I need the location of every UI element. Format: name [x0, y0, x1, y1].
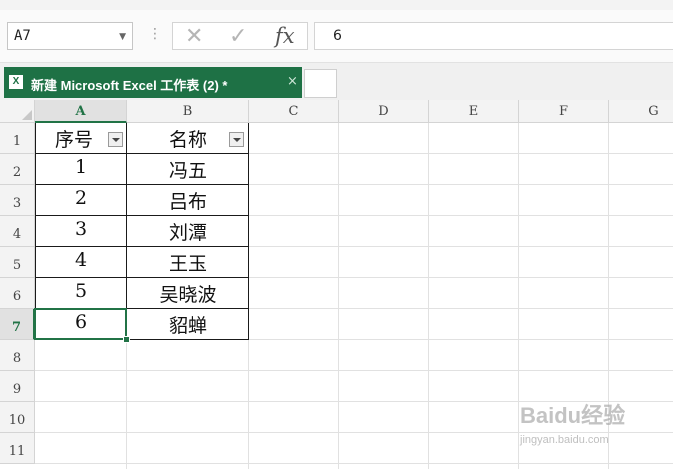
enter-icon[interactable]: ✓: [229, 24, 247, 49]
table-header-cell[interactable]: 序号: [35, 125, 113, 156]
select-all-corner[interactable]: [0, 100, 35, 123]
formula-input[interactable]: 6: [314, 22, 673, 50]
drag-handle-icon[interactable]: ⋮: [148, 27, 162, 41]
column-header-a[interactable]: A: [35, 100, 127, 123]
workbook-title: 新建 Microsoft Excel 工作表 (2) *: [31, 78, 228, 93]
workbook-tab[interactable]: X 新建 Microsoft Excel 工作表 (2) * ×: [4, 67, 302, 98]
gridline-vertical: [518, 123, 519, 469]
name-box[interactable]: A7 ▼: [7, 22, 133, 50]
fill-handle[interactable]: [123, 336, 130, 343]
name-box-value: A7: [14, 28, 31, 44]
row-header-5[interactable]: 5: [0, 247, 35, 278]
table-cell[interactable]: 1: [35, 156, 127, 187]
table-cell[interactable]: 2: [35, 187, 127, 218]
column-header-b[interactable]: B: [127, 100, 249, 123]
active-cell-selection: [34, 308, 127, 340]
row-header-2[interactable]: 2: [0, 154, 35, 185]
table-cell[interactable]: 冯五: [127, 156, 249, 187]
column-header-g[interactable]: G: [609, 100, 673, 123]
watermark-url: jingyan.baidu.com: [520, 434, 609, 446]
column-header-d[interactable]: D: [339, 100, 429, 123]
table-cell[interactable]: 3: [35, 218, 127, 249]
row-header-7[interactable]: 7: [0, 309, 35, 340]
row-header-1[interactable]: 1: [0, 123, 35, 154]
excel-icon: X: [9, 75, 23, 89]
formula-value: 6: [333, 28, 342, 44]
table-cell[interactable]: 刘潭: [127, 218, 249, 249]
table-cell[interactable]: 王玉: [127, 249, 249, 280]
gridline-horizontal: [35, 370, 673, 371]
row-header-6[interactable]: 6: [0, 278, 35, 309]
row-header-4[interactable]: 4: [0, 216, 35, 247]
column-header-e[interactable]: E: [429, 100, 519, 123]
row-header-11[interactable]: 11: [0, 433, 35, 464]
column-header-c[interactable]: C: [249, 100, 339, 123]
gridline-horizontal: [35, 463, 673, 464]
close-icon[interactable]: ×: [287, 74, 298, 89]
row-header-9[interactable]: 9: [0, 371, 35, 402]
table-cell[interactable]: 吴晓波: [127, 280, 249, 311]
table-cell[interactable]: 吕布: [127, 187, 249, 218]
row-header-10[interactable]: 10: [0, 402, 35, 433]
table-cell[interactable]: 5: [35, 280, 127, 311]
watermark-logo: Baidu经验: [520, 403, 626, 428]
row-header-3[interactable]: 3: [0, 185, 35, 216]
filter-dropdown-icon[interactable]: [229, 132, 244, 147]
workbook-tabbar: X 新建 Microsoft Excel 工作表 (2) * ×: [0, 63, 673, 100]
table-cell[interactable]: 貂蝉: [127, 311, 249, 342]
insert-function-icon[interactable]: fx: [275, 24, 295, 48]
formula-toolbar: A7 ▼ ⋮ ✕ ✓ fx 6: [0, 10, 673, 63]
gridline-vertical: [338, 123, 339, 469]
chevron-down-icon[interactable]: ▼: [119, 32, 126, 42]
watermark: Baidu经验 jingyan.baidu.com: [520, 398, 670, 458]
gridline-vertical: [428, 123, 429, 469]
cancel-icon[interactable]: ✕: [185, 24, 203, 49]
table-cell[interactable]: 4: [35, 249, 127, 280]
new-tab-button[interactable]: [304, 69, 337, 98]
row-header-8[interactable]: 8: [0, 340, 35, 371]
column-header-f[interactable]: F: [519, 100, 609, 123]
filter-dropdown-icon[interactable]: [108, 132, 123, 147]
formula-buttons: ✕ ✓ fx: [172, 22, 308, 50]
